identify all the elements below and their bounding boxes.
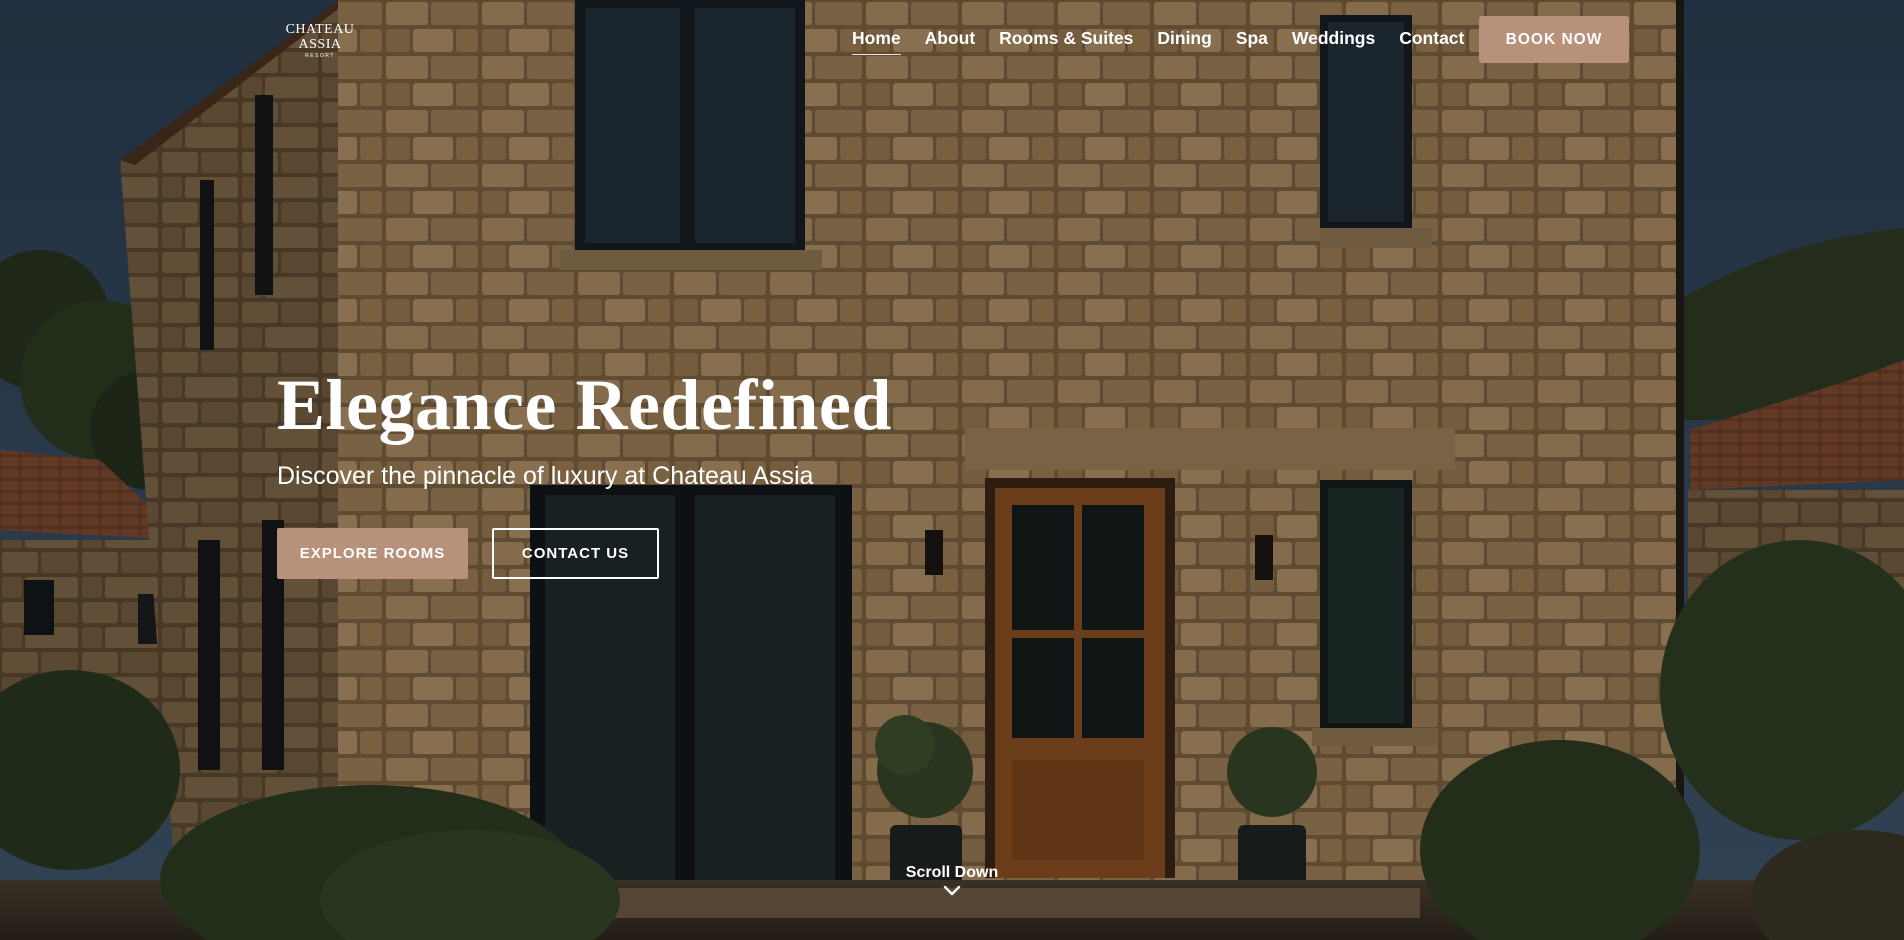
explore-rooms-button[interactable]: EXPLORE ROOMS: [277, 528, 468, 579]
nav-item-spa[interactable]: Spa: [1236, 28, 1268, 55]
nav-item-about[interactable]: About: [925, 28, 976, 55]
chevron-down-icon: [943, 885, 961, 896]
nav-item-weddings[interactable]: Weddings: [1292, 28, 1375, 55]
scroll-down-link[interactable]: Scroll Down: [882, 864, 1022, 898]
main-menu: Home About Rooms & Suites Dining Spa Wed…: [852, 28, 1488, 55]
hero-section: CHATEAU ASSIA RESORT Home About Rooms & …: [0, 0, 1904, 940]
logo-line-2: ASSIA: [298, 37, 342, 52]
logo-line-1: CHATEAU: [285, 22, 355, 37]
contact-us-button[interactable]: CONTACT US: [492, 528, 659, 579]
book-now-button[interactable]: BOOK NOW: [1479, 16, 1629, 63]
top-navigation: CHATEAU ASSIA RESORT Home About Rooms & …: [0, 0, 1904, 80]
nav-item-dining[interactable]: Dining: [1157, 28, 1211, 55]
scroll-down-label: Scroll Down: [905, 864, 999, 881]
hero-subtitle: Discover the pinnacle of luxury at Chate…: [277, 462, 814, 490]
nav-item-home[interactable]: Home: [852, 28, 901, 55]
hero-title: Elegance Redefined: [277, 365, 892, 445]
nav-item-rooms-suites[interactable]: Rooms & Suites: [999, 28, 1133, 55]
nav-item-contact[interactable]: Contact: [1399, 28, 1464, 55]
brand-logo[interactable]: CHATEAU ASSIA RESORT: [280, 22, 360, 59]
logo-line-3: RESORT: [305, 53, 335, 59]
